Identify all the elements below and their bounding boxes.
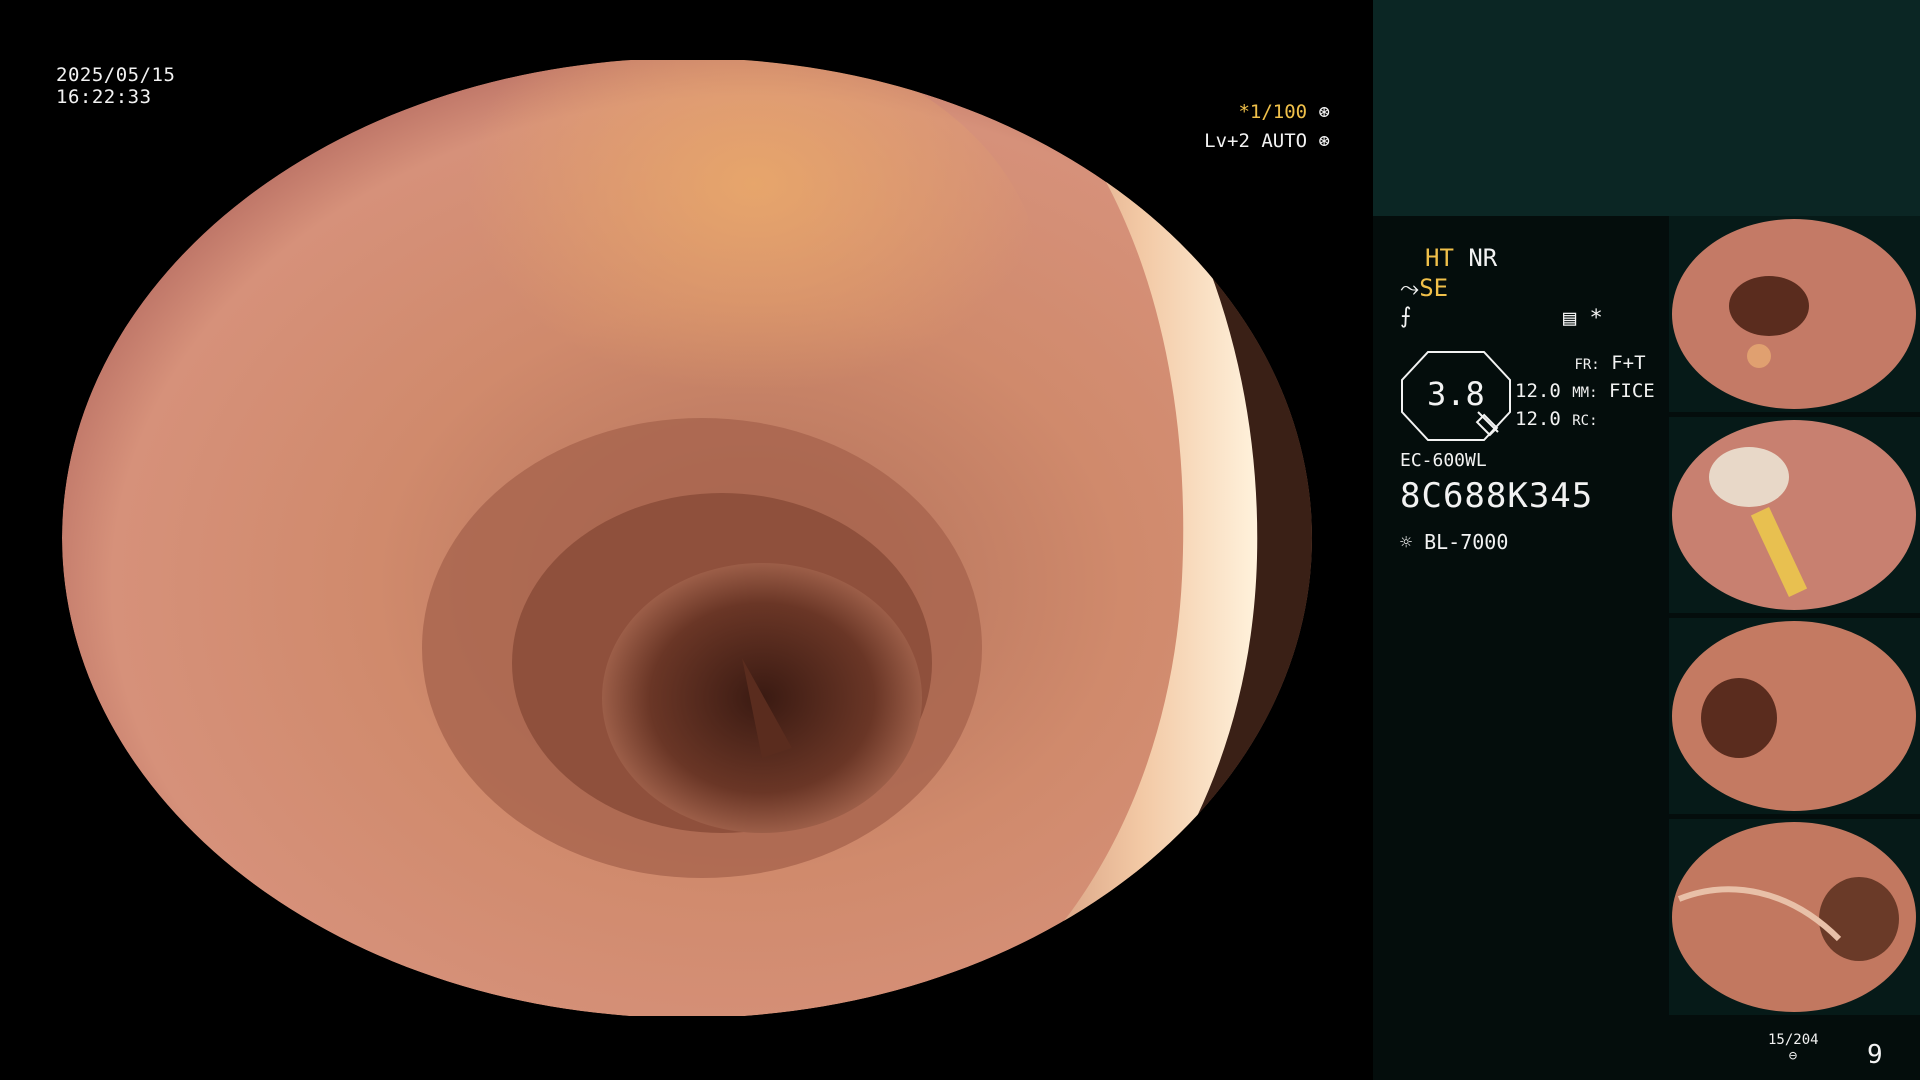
thumbnail-list (1669, 216, 1920, 1020)
thumbnail-item[interactable] (1669, 216, 1920, 412)
light-source-label: BL-7000 (1424, 530, 1509, 554)
fr-value: F+T (1611, 352, 1646, 374)
time-label: 16:22:33 (56, 86, 152, 108)
level-label: Lv+2 AUTO (1204, 130, 1308, 152)
zoom-value: 3.8 (1427, 375, 1485, 413)
enhance-icon: ⤳ (1400, 274, 1420, 302)
mm-label: MM: (1572, 385, 1598, 401)
iris-icon: ⊛ (1318, 130, 1330, 152)
exposure-info: *1/100 ⊛ Lv+2 AUTO ⊛ (1170, 98, 1330, 156)
mm-value: FICE (1608, 380, 1655, 402)
rc-label: RC: (1572, 413, 1598, 429)
light-source: ☼ BL-7000 (1400, 530, 1508, 554)
mode-ht: HT (1425, 244, 1454, 272)
endoscope-view: 2025/05/15 16:22:33 *1/100 ⊛ Lv+2 AUTO ⊛ (0, 0, 1373, 1080)
top-mask (0, 0, 1373, 60)
scope-params: FR: F+T 12.0 MM: FICE 12.0 RC: (1515, 350, 1655, 434)
fr-label: FR: (1574, 357, 1600, 373)
sun-icon: ☼ (1400, 530, 1413, 554)
date-label: 2025/05/15 (56, 64, 176, 86)
thumbnail-item[interactable] (1669, 819, 1920, 1015)
storage-icon: ⊖ (1788, 1048, 1798, 1064)
mode-se: SE (1419, 274, 1449, 302)
value-2: 12.0 (1515, 408, 1561, 430)
shutter-speed: *1/100 (1238, 101, 1308, 123)
counter-label: 15/204 (1768, 1032, 1819, 1048)
asterisk-icon: * (1589, 306, 1603, 331)
aperture-icon: ⊛ (1318, 101, 1330, 123)
menu-icon: ▤ (1563, 306, 1577, 331)
mode-row-1: HT NR (1425, 244, 1497, 272)
mode-row-2: ⤳SE (1400, 274, 1448, 302)
thumbnail-item[interactable] (1669, 618, 1920, 814)
image-counter: 15/204 ⊖ (1768, 1032, 1819, 1064)
side-panel: HT NR ⤳SE ⨍ ▤ * 3.8 FR: F+T 12.0 MM: FIC… (1373, 0, 1920, 1080)
endoscope-image (62, 58, 1312, 1018)
timestamp: 2025/05/15 16:22:33 (56, 64, 175, 108)
status-icons: ▤ * (1563, 306, 1603, 331)
page-number: 9 (1867, 1040, 1883, 1070)
bottom-mask (0, 1016, 1373, 1080)
scope-serial: 8C688K345 (1400, 476, 1594, 516)
value-1: 12.0 (1515, 380, 1561, 402)
filter-icon: ⨍ (1400, 304, 1412, 329)
side-panel-header (1373, 0, 1920, 216)
scope-model: EC-600WL (1400, 450, 1487, 471)
thumbnail-item[interactable] (1669, 417, 1920, 613)
mode-nr: NR (1468, 244, 1498, 272)
